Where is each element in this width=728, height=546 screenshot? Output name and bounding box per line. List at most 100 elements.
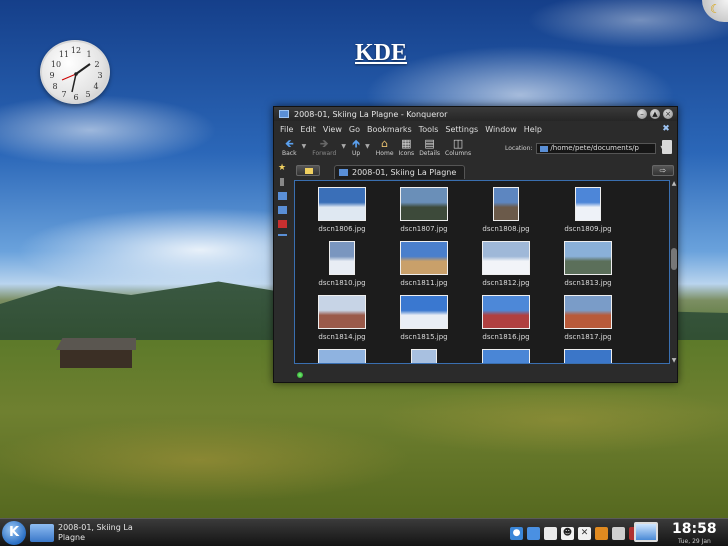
file-name: dscn1815.jpg [400, 333, 448, 341]
status-indicator-icon [297, 372, 303, 378]
up-history-chevron-icon[interactable]: ▼ [365, 143, 370, 150]
file-name: dscn1813.jpg [564, 279, 612, 287]
file-name: dscn1812.jpg [482, 279, 530, 287]
file-name: dscn1810.jpg [318, 279, 366, 287]
file-item[interactable]: dscn1806.jpg [301, 185, 383, 239]
columns-view-button[interactable]: ◫ Columns [445, 137, 471, 157]
tools-icon[interactable]: ✕ [578, 526, 591, 540]
file-item[interactable]: dscn1811.jpg [383, 239, 465, 293]
menu-bookmarks[interactable]: Bookmarks [367, 125, 412, 134]
image-thumbnail [493, 187, 519, 221]
history-icon[interactable] [280, 178, 284, 186]
kmenu-launcher-button[interactable]: K [2, 521, 26, 545]
icons-view-button[interactable]: ▦ Icons [399, 137, 415, 157]
file-name: dscn1807.jpg [400, 225, 448, 233]
new-tab-button[interactable] [296, 165, 320, 176]
file-item[interactable] [465, 347, 547, 363]
konqueror-tab-close-icon[interactable]: ✖ [661, 124, 671, 134]
icons-view-icon: ▦ [401, 137, 412, 150]
back-arrow-icon: 🡸 [284, 137, 294, 150]
folder-icon [30, 524, 54, 542]
forward-button[interactable]: 🡺 Forward [312, 137, 336, 157]
document-icon[interactable] [544, 526, 557, 540]
minimize-button[interactable]: – [637, 109, 647, 119]
tab-label: 2008-01, Skiing La Plagne [352, 168, 457, 177]
services-icon[interactable] [278, 220, 287, 228]
panel-clock-time[interactable]: 18:58 [672, 521, 717, 537]
file-item[interactable]: dscn1815.jpg [383, 293, 465, 347]
window-titlebar[interactable]: 2008-01, Skiing La Plagne - Konqueror – … [274, 107, 677, 121]
file-item[interactable]: dscn1809.jpg [547, 185, 629, 239]
konqueror-window[interactable]: 2008-01, Skiing La Plagne - Konqueror – … [273, 106, 678, 383]
file-item[interactable] [547, 347, 629, 363]
menu-file[interactable]: File [280, 125, 293, 134]
bookmarks-star-icon[interactable]: ★ [278, 164, 287, 173]
maximize-button[interactable]: ▲ [650, 109, 660, 119]
image-thumbnail [329, 241, 355, 275]
scrollbar-thumb[interactable] [671, 248, 677, 270]
image-thumbnail [564, 349, 612, 363]
file-item[interactable]: dscn1810.jpg [301, 239, 383, 293]
clipboard-icon[interactable] [612, 526, 625, 540]
menu-tools[interactable]: Tools [419, 125, 439, 134]
location-value: /home/pete/documents/p [550, 144, 639, 152]
file-icon-view[interactable]: dscn1806.jpg dscn1807.jpg dscn1808.jpg dscn… [294, 180, 670, 364]
tab-skiing-la-plagne[interactable]: 2008-01, Skiing La Plagne [334, 165, 466, 179]
network-globe-icon[interactable]: ● [510, 526, 523, 540]
image-thumbnail [411, 349, 437, 363]
scroll-up-icon[interactable]: ▲ [671, 180, 677, 187]
panel-clock-date: Tue, 29 Jan [678, 538, 711, 545]
file-item[interactable] [301, 347, 383, 363]
file-item[interactable]: dscn1812.jpg [465, 239, 547, 293]
menu-go[interactable]: Go [349, 125, 360, 134]
menu-edit[interactable]: Edit [300, 125, 316, 134]
menu-view[interactable]: View [323, 125, 342, 134]
location-bar: Location: /home/pete/documents/p ▼ [505, 140, 672, 154]
file-item[interactable]: dscn1817.jpg [547, 293, 629, 347]
close-button[interactable]: × [663, 109, 673, 119]
taskbar-item-konqueror[interactable]: 2008-01, Skiing La Plagne [30, 521, 160, 545]
menu-window[interactable]: Window [485, 125, 517, 134]
home-folder-icon[interactable] [278, 192, 287, 200]
menu-settings[interactable]: Settings [445, 125, 478, 134]
analog-clock-widget[interactable]: 12 1 2 3 4 5 6 7 8 9 10 11 [40, 40, 110, 104]
up-arrow-icon: 🡹 [352, 137, 361, 150]
messenger-icon[interactable]: ☻ [561, 526, 574, 540]
file-item[interactable]: dscn1807.jpg [383, 185, 465, 239]
image-thumbnail [318, 187, 366, 221]
package-icon[interactable] [595, 526, 608, 540]
vertical-scrollbar[interactable]: ▲ ▼ [671, 180, 677, 364]
display-settings-icon[interactable] [634, 522, 658, 542]
back-button[interactable]: 🡸 Back [282, 137, 297, 157]
forward-history-chevron-icon[interactable]: ▼ [341, 143, 346, 150]
file-item[interactable]: dscn1808.jpg [465, 185, 547, 239]
home-icon: ⌂ [381, 137, 389, 150]
file-name: dscn1806.jpg [318, 225, 366, 233]
image-thumbnail [400, 187, 448, 221]
scroll-down-icon[interactable]: ▼ [671, 357, 677, 364]
window-title: 2008-01, Skiing La Plagne - Konqueror [294, 109, 448, 119]
file-name: dscn1809.jpg [564, 225, 612, 233]
devices-icon[interactable] [278, 234, 287, 236]
home-button[interactable]: ⌂ Home [376, 137, 394, 157]
file-item[interactable]: dscn1814.jpg [301, 293, 383, 347]
details-view-button[interactable]: ▤ Details [419, 137, 440, 157]
file-item[interactable]: dscn1816.jpg [465, 293, 547, 347]
close-tab-button[interactable]: ⇨ [652, 165, 674, 176]
image-thumbnail [564, 241, 612, 275]
file-item[interactable]: dscn1813.jpg [547, 239, 629, 293]
file-name: dscn1816.jpg [482, 333, 530, 341]
menu-help[interactable]: Help [524, 125, 542, 134]
file-item[interactable] [383, 347, 465, 363]
up-button[interactable]: 🡹 Up [352, 137, 360, 157]
konqueror-app-icon [279, 110, 289, 118]
image-thumbnail [318, 295, 366, 329]
network-folder-icon[interactable] [278, 206, 287, 214]
details-view-icon: ▤ [424, 137, 435, 150]
image-thumbnail [400, 295, 448, 329]
system-tray: ● ☻ ✕ [510, 524, 642, 542]
home-folder-tray-icon[interactable] [527, 526, 540, 540]
back-history-chevron-icon[interactable]: ▼ [302, 143, 307, 150]
clear-location-icon[interactable] [662, 140, 672, 154]
location-input[interactable]: /home/pete/documents/p [536, 143, 657, 154]
